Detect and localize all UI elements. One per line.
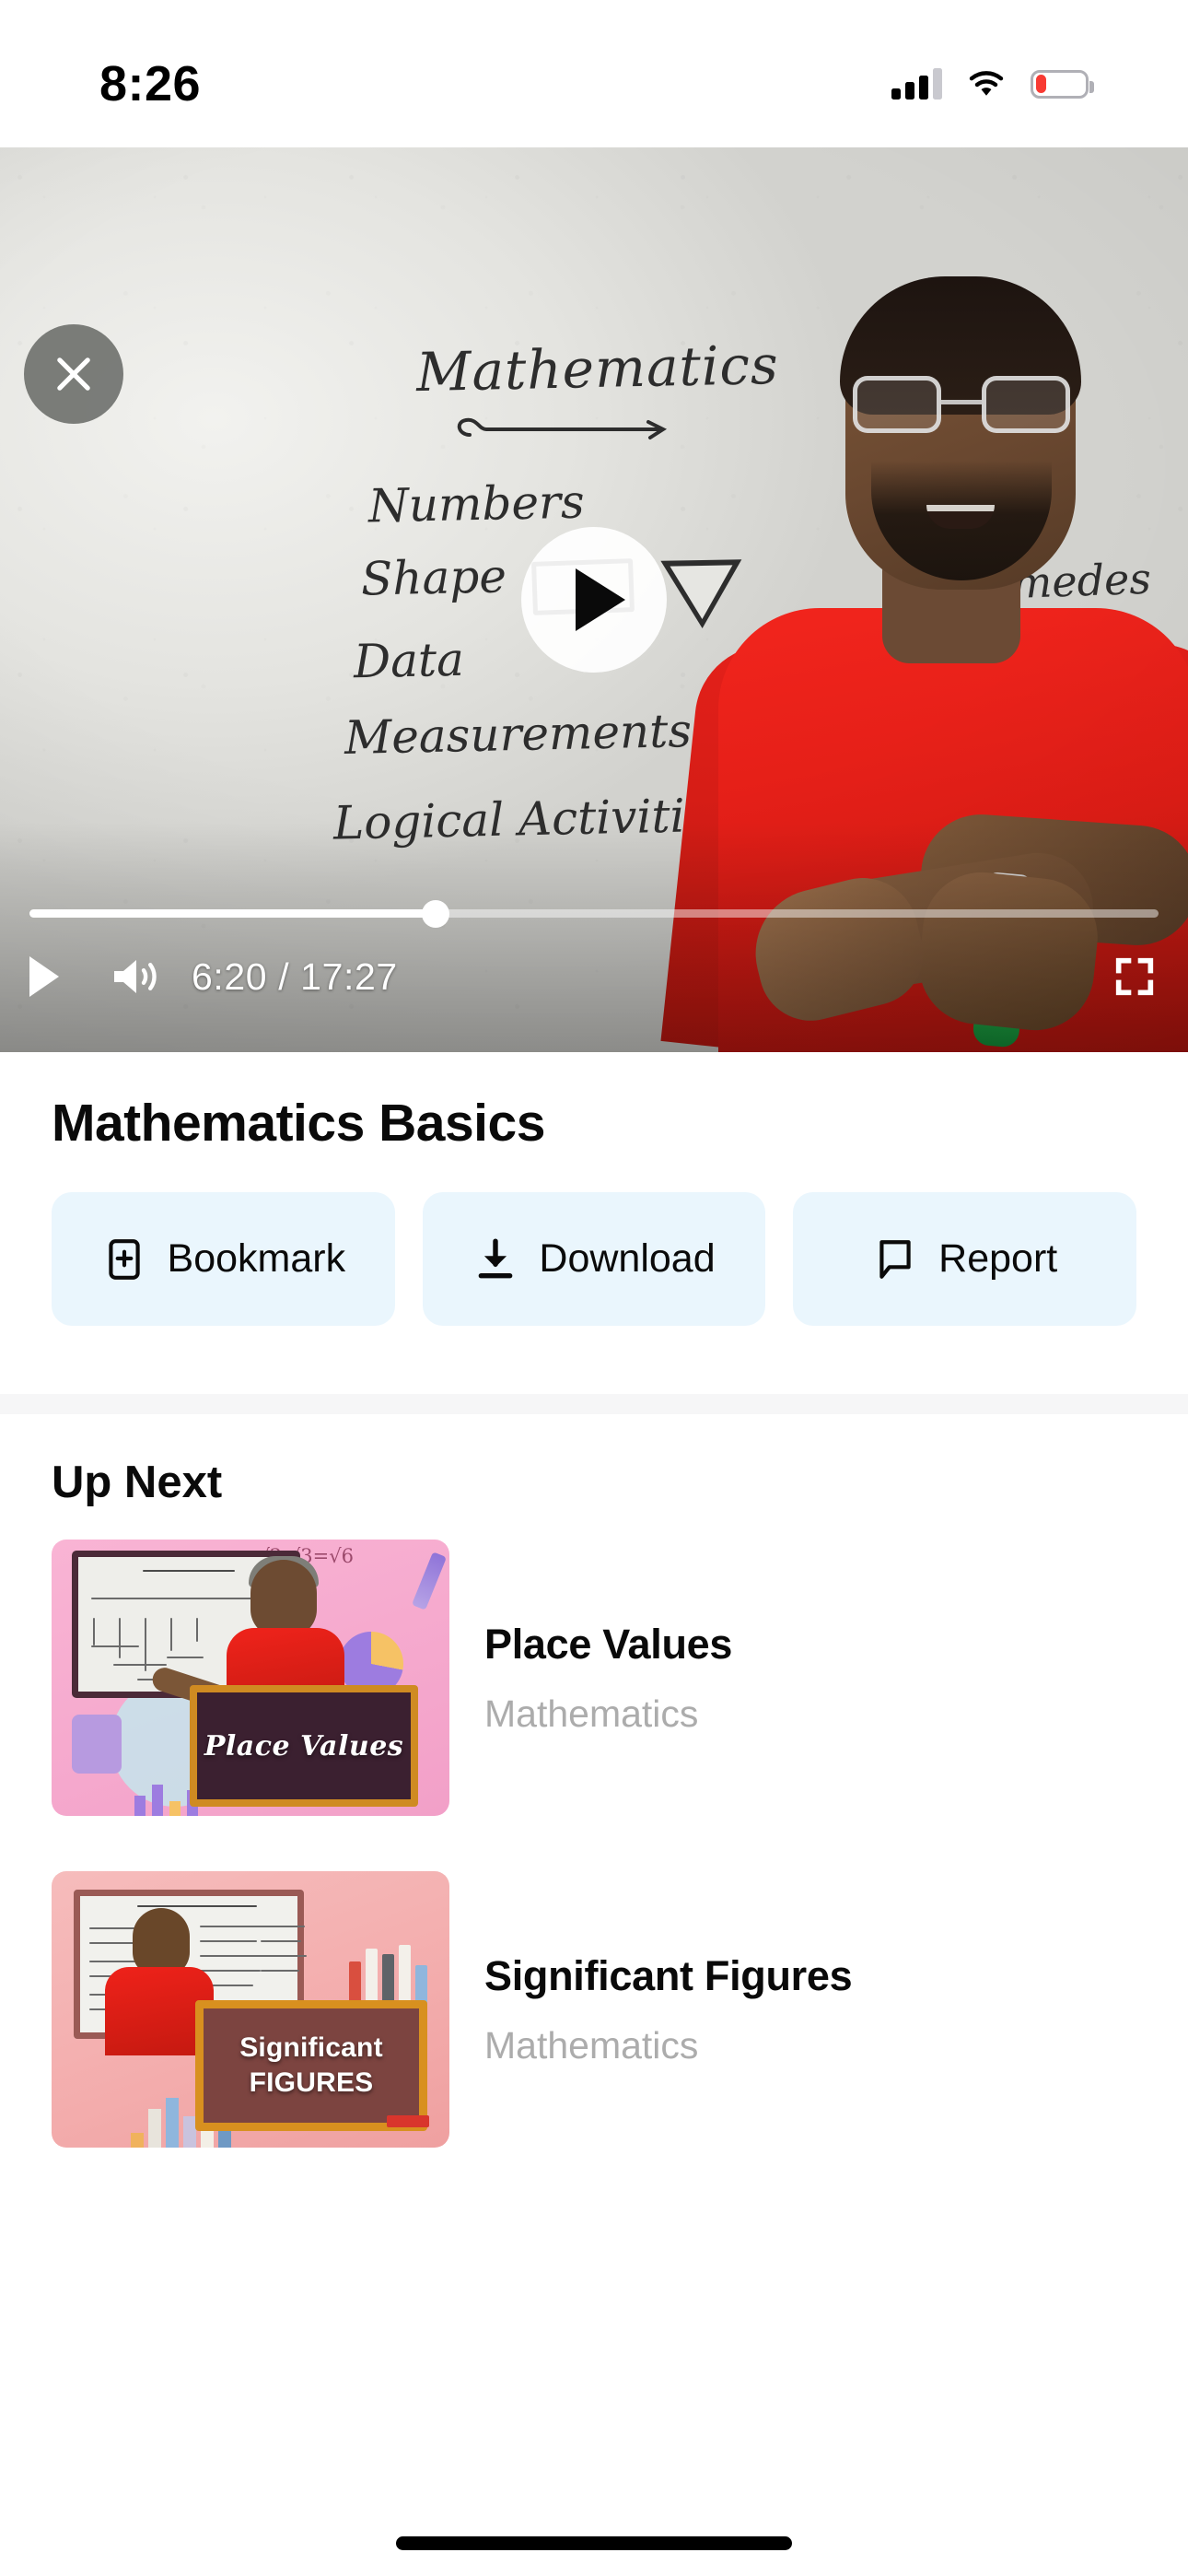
list-item[interactable]: √2 √3=√6 Place Values Place Values Mathe…	[52, 1540, 1136, 1816]
play-button[interactable]	[29, 951, 72, 1002]
up-next-list: √2 √3=√6 Place Values Place Values Mathe…	[52, 1540, 1136, 2148]
action-buttons-row: Bookmark Download Report	[52, 1192, 1137, 1326]
list-item[interactable]: Significant FIGURES Significant Figures …	[52, 1871, 1136, 2148]
video-info: Mathematics Basics Bookmark Download Rep…	[0, 1052, 1188, 1326]
wifi-icon	[969, 71, 1004, 96]
page-title: Mathematics Basics	[52, 1094, 545, 1153]
time-display: 6:20 / 17:27	[192, 954, 398, 998]
report-button[interactable]: Report	[793, 1192, 1137, 1326]
bookmark-add-icon	[108, 1238, 140, 1280]
video-thumbnail[interactable]: Significant FIGURES	[52, 1871, 449, 2148]
progress-fill	[29, 909, 437, 918]
close-icon[interactable]	[24, 324, 123, 424]
thumbnail-overlay-label: Place Values	[190, 1685, 418, 1807]
thumbnail-overlay-label: Significant FIGURES	[195, 2000, 427, 2131]
bookmark-button[interactable]: Bookmark	[52, 1192, 395, 1326]
progress-handle[interactable]	[422, 899, 450, 928]
list-item-meta: Significant Figures Mathematics	[484, 1952, 1136, 2067]
status-icons	[891, 68, 1094, 100]
report-label: Report	[938, 1236, 1058, 1281]
list-item-title: Place Values	[484, 1620, 733, 1668]
volume-on-icon[interactable]	[109, 954, 160, 1000]
list-item-title: Significant Figures	[484, 1951, 853, 1999]
video-thumbnail[interactable]: √2 √3=√6 Place Values	[52, 1540, 449, 1816]
status-time: 8:26	[99, 56, 202, 111]
list-item-subject: Mathematics	[484, 1692, 699, 1735]
battery-low-icon	[1031, 69, 1094, 99]
up-next-heading: Up Next	[52, 1458, 223, 1507]
video-player[interactable]: Mathematics Numbers Shape Data Measureme…	[0, 147, 1188, 1052]
video-controls: 6:20 / 17:27	[29, 940, 1159, 1013]
report-flag-icon	[879, 1239, 911, 1279]
home-indicator[interactable]	[396, 2536, 792, 2550]
video-progress-bar[interactable]	[29, 899, 1159, 928]
up-next-section: Up Next √2 √3=√6 Place Values Place Valu…	[0, 1414, 1188, 2148]
bookmark-label: Bookmark	[167, 1236, 346, 1281]
status-bar: 8:26	[0, 0, 1188, 147]
controls-scrim	[0, 822, 1188, 1052]
download-button[interactable]: Download	[422, 1192, 766, 1326]
cellular-signal-icon	[891, 68, 942, 100]
list-item-subject: Mathematics	[484, 2023, 699, 2067]
download-label: Download	[539, 1236, 716, 1281]
list-item-meta: Place Values Mathematics	[484, 1621, 1136, 1736]
play-icon[interactable]	[521, 527, 667, 673]
section-divider	[0, 1394, 1188, 1414]
download-icon	[479, 1238, 513, 1278]
fullscreen-icon[interactable]	[1111, 953, 1159, 1001]
